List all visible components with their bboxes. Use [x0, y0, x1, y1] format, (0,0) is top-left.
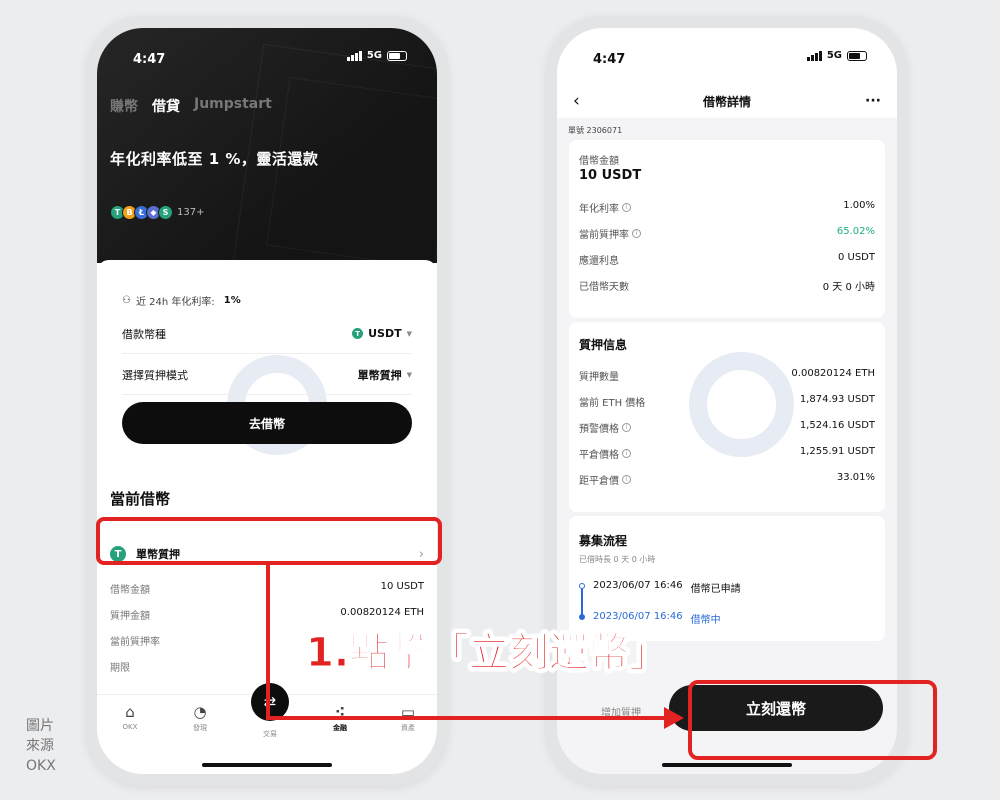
- info-icon[interactable]: i: [632, 229, 641, 238]
- info-icon[interactable]: i: [622, 203, 631, 212]
- battery-icon: [387, 50, 407, 61]
- timeline-step: 2023/06/07 16:46 借幣已申請: [593, 580, 741, 595]
- info-icon[interactable]: i: [622, 449, 631, 458]
- highlight-box-repay: [688, 680, 937, 760]
- info-icon[interactable]: i: [622, 475, 631, 484]
- more-icon[interactable]: ···: [865, 93, 881, 109]
- go-borrow-button[interactable]: 去借幣: [122, 402, 412, 444]
- network-label: 5G: [366, 50, 382, 61]
- network-label: 5G: [826, 50, 842, 61]
- loan-info-panel: 借幣金額 10 USDT 年化利率 i 1.00% 當前質押率 i 65.02% 應…: [569, 140, 885, 318]
- interest-due-row: 應還利息 0 USDT: [579, 252, 875, 267]
- status-bar: 4:47 5G: [97, 28, 437, 88]
- loan-amount-value: 10 USDT: [579, 168, 642, 183]
- warning-price-row: 預警價格 i 1,524.16 USDT: [579, 420, 875, 435]
- borrow-card: ⚇ 近 24h 年化利率: 1% 借款幣種 T USDT ▼ 選擇質押模式 單幣…: [97, 260, 437, 485]
- tab-trade[interactable]: 交易: [245, 729, 295, 739]
- process-duration: 已借時長 0 天 0 小時: [579, 555, 656, 564]
- rate-value: 1%: [223, 295, 241, 306]
- collateral-mode-label: 選擇質押模式: [122, 368, 188, 382]
- signal-icon: [346, 50, 362, 61]
- back-arrow-icon[interactable]: ‹: [573, 91, 580, 111]
- stable-coin-icon: S: [158, 205, 173, 220]
- source-credit: 圖片 來源 OKX: [26, 718, 56, 774]
- rate-row: ⚇ 近 24h 年化利率: 1%: [122, 293, 241, 308]
- status-time: 4:47: [593, 52, 626, 67]
- tab-okx[interactable]: ⌂ OKX: [105, 703, 155, 731]
- wallet-icon: ▭: [400, 703, 416, 721]
- rate-label: 近 24h 年化利率:: [135, 297, 215, 308]
- instruction-caption: 1.點擊「立刻還幣」: [305, 630, 670, 677]
- user-rate-icon: ⚇: [122, 295, 131, 306]
- top-tabs: 賺幣 借貸 Jumpstart: [110, 96, 272, 116]
- arrow-connector: [266, 565, 270, 720]
- usdt-icon: T: [352, 328, 364, 339]
- current-loans-title: 當前借幣: [110, 490, 171, 508]
- process-title: 募集流程: [579, 534, 628, 548]
- eth-price-row: 當前 ETH 價格 1,874.93 USDT: [579, 394, 875, 409]
- info-icon[interactable]: i: [622, 423, 631, 432]
- hero-headline: 年化利率低至 1 %，靈活還款: [110, 150, 319, 168]
- home-indicator: [202, 763, 332, 767]
- nav-bar: ‹ 借幣詳情 ···: [557, 86, 897, 116]
- battery-icon: [847, 50, 867, 61]
- loan-days-row: 已借幣天數 0 天 0 小時: [579, 282, 875, 293]
- collateral-title: 質押信息: [579, 338, 628, 352]
- coin-icons: T B Ł ◆ S 137+: [110, 205, 204, 220]
- liquidation-distance-row: 距平倉價 i 33.01%: [579, 472, 875, 487]
- home-indicator: [662, 763, 792, 767]
- tab-jumpstart[interactable]: Jumpstart: [194, 96, 272, 116]
- liquidation-price-row: 平倉價格 i 1,255.91 USDT: [579, 446, 875, 461]
- arrow-head-icon: [664, 707, 684, 729]
- collateral-amount-row: 質押數量 0.00820124 ETH: [579, 368, 875, 383]
- caret-down-icon: ▼: [406, 370, 412, 379]
- coin-count: 137+: [177, 207, 205, 218]
- home-icon: ⌂: [125, 703, 135, 721]
- order-id: 單號 2306071: [568, 126, 623, 135]
- status-bar: 4:47 5G: [557, 28, 897, 88]
- tab-loan[interactable]: 借貸: [152, 96, 180, 116]
- caret-down-icon: ▼: [406, 329, 412, 338]
- finance-icon: ⁖: [334, 703, 346, 721]
- collateral-info-panel: 質押信息 質押數量 0.00820124 ETH 當前 ETH 價格 1,874…: [569, 322, 885, 512]
- page-title: 借幣詳情: [702, 94, 751, 109]
- collateral-mode-value: 單幣質押: [357, 368, 402, 382]
- signal-icon: [806, 50, 822, 61]
- highlight-box-loan-item: [96, 517, 442, 565]
- hero-banner: 4:47 5G 賺幣 借貸 Jumpstart 年化利率低至 1 %，靈活還款 …: [97, 28, 437, 263]
- tab-earn[interactable]: 賺幣: [110, 96, 138, 116]
- loan-currency-select[interactable]: 借款幣種 T USDT ▼: [122, 314, 412, 354]
- discover-icon: ◔: [193, 703, 207, 721]
- collateral-mode-select[interactable]: 選擇質押模式 單幣質押 ▼: [122, 355, 412, 395]
- annual-rate-row: 年化利率 i 1.00%: [579, 200, 875, 215]
- status-time: 4:47: [133, 52, 166, 67]
- loan-amount-label: 借幣金額: [579, 156, 619, 167]
- timeline-line: [581, 589, 583, 615]
- arrow-connector: [266, 716, 666, 720]
- loan-currency-value: USDT: [368, 327, 402, 340]
- loan-currency-label: 借款幣種: [122, 327, 166, 341]
- collateral-ratio-row: 當前質押率 i 65.02%: [579, 226, 875, 241]
- tab-discover[interactable]: ◔ 發現: [175, 703, 225, 733]
